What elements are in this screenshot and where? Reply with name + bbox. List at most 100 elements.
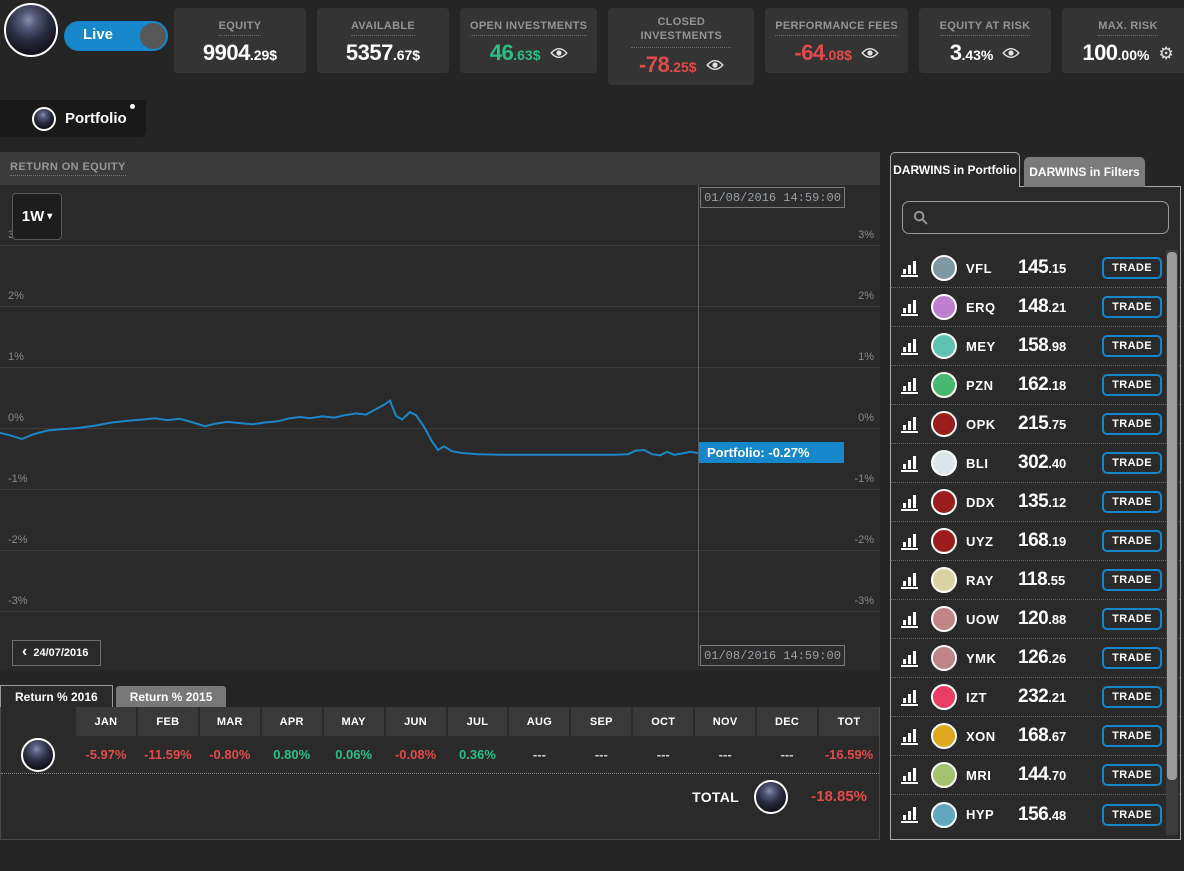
darwin-ticker[interactable]: VFL — [966, 261, 1018, 276]
stat-label: PERFORMANCE FEES — [775, 20, 898, 36]
chart-back-button[interactable]: ‹ 24/07/2016 — [12, 640, 101, 666]
darwin-avatar — [931, 411, 957, 437]
eye-icon[interactable] — [1002, 47, 1020, 59]
eye-icon[interactable] — [706, 59, 724, 71]
eye-icon[interactable] — [861, 47, 879, 59]
darwin-row: VFL 145.15 TRADE — [891, 249, 1181, 288]
trade-button[interactable]: TRADE — [1102, 647, 1162, 669]
trade-button[interactable]: TRADE — [1102, 296, 1162, 318]
tab-darwins-in-filters[interactable]: DARWINS in Filters — [1024, 157, 1145, 187]
trade-button[interactable]: TRADE — [1102, 569, 1162, 591]
bar-chart-icon[interactable] — [901, 728, 921, 745]
darwin-ticker[interactable]: YMK — [966, 651, 1018, 666]
return-value-cell: --- — [695, 747, 755, 762]
trade-button[interactable]: TRADE — [1102, 413, 1162, 435]
live-toggle-label: Live — [83, 26, 113, 43]
darwin-ticker[interactable]: XON — [966, 729, 1018, 744]
scrollbar-track[interactable] — [1166, 250, 1178, 835]
darwin-avatar — [931, 333, 957, 359]
darwin-avatar — [931, 255, 957, 281]
back-date-label: 24/07/2016 — [33, 647, 88, 659]
chevron-down-icon: ▾ — [47, 211, 52, 222]
darwin-ticker[interactable]: RAY — [966, 573, 1018, 588]
trade-button[interactable]: TRADE — [1102, 374, 1162, 396]
stat-value: 9904.29$ — [203, 40, 277, 66]
tab-return-2015[interactable]: Return % 2015 — [116, 686, 227, 708]
bar-chart-icon[interactable] — [901, 767, 921, 784]
bar-chart-icon[interactable] — [901, 611, 921, 628]
gear-icon[interactable]: ⚙ — [1158, 45, 1173, 62]
bar-chart-icon[interactable] — [901, 377, 921, 394]
trade-button[interactable]: TRADE — [1102, 335, 1162, 357]
live-toggle-knob[interactable] — [140, 23, 166, 49]
darwin-avatar — [931, 645, 957, 671]
period-dropdown[interactable]: 1W ▾ — [12, 193, 62, 240]
stat-value: 100.00% — [1082, 40, 1149, 66]
darwins-tabs: DARWINS in Portfolio DARWINS in Filters — [890, 152, 1181, 187]
darwin-avatar — [931, 802, 957, 828]
live-toggle[interactable]: Live — [64, 21, 168, 51]
darwin-price: 148.21 — [1018, 296, 1092, 318]
darwin-avatar — [931, 372, 957, 398]
header-cell-empty — [1, 707, 74, 736]
darwin-ticker[interactable]: MEY — [966, 339, 1018, 354]
darwin-row: UOW 120.88 TRADE — [891, 600, 1181, 639]
bar-chart-icon[interactable] — [901, 494, 921, 511]
trade-button[interactable]: TRADE — [1102, 530, 1162, 552]
bar-chart-icon[interactable] — [901, 260, 921, 277]
monthly-returns-table: JANFEBMARAPRMAYJUNJULAUGSEPOCTNOVDECTOT … — [0, 707, 880, 840]
stat-label: OPEN INVESTMENTS — [470, 20, 587, 36]
stat-value: -78.25$ — [639, 52, 697, 78]
scrollbar-thumb[interactable] — [1167, 252, 1177, 780]
trade-button[interactable]: TRADE — [1102, 686, 1162, 708]
bar-chart-icon[interactable] — [901, 572, 921, 589]
month-header-cell: APR — [262, 707, 322, 736]
darwin-ticker[interactable]: IZT — [966, 690, 1018, 705]
user-avatar[interactable] — [4, 3, 58, 57]
darwin-ticker[interactable]: UOW — [966, 612, 1018, 627]
darwin-ticker[interactable]: OPK — [966, 417, 1018, 432]
tab-portfolio[interactable]: Portfolio — [0, 100, 146, 137]
trade-button[interactable]: TRADE — [1102, 452, 1162, 474]
tab-return-2016[interactable]: Return % 2016 — [0, 685, 113, 708]
darwin-price: 126.26 — [1018, 647, 1092, 669]
return-value-cell: --- — [633, 747, 693, 762]
chart-plot[interactable]: 1W ▾ 01/08/2016 14:59:00 01/08/2016 14:5… — [0, 185, 880, 670]
return-value-cell: --- — [509, 747, 569, 762]
darwin-ticker[interactable]: MRI — [966, 768, 1018, 783]
bar-chart-icon[interactable] — [901, 650, 921, 667]
trade-button[interactable]: TRADE — [1102, 491, 1162, 513]
return-value-cell: 0.36% — [448, 747, 508, 762]
bar-chart-icon[interactable] — [901, 533, 921, 550]
trade-button[interactable]: TRADE — [1102, 764, 1162, 786]
chevron-left-icon: ‹ — [22, 644, 27, 660]
bar-chart-icon[interactable] — [901, 455, 921, 472]
trade-button[interactable]: TRADE — [1102, 804, 1162, 826]
stat-value: 3.43% — [950, 40, 994, 66]
search-input[interactable] — [936, 210, 1158, 225]
eye-icon[interactable] — [550, 47, 568, 59]
darwin-row: DDX 135.12 TRADE — [891, 483, 1181, 522]
month-header-cell: MAR — [200, 707, 260, 736]
darwin-ticker[interactable]: DDX — [966, 495, 1018, 510]
trade-button[interactable]: TRADE — [1102, 257, 1162, 279]
search-icon — [913, 210, 928, 225]
darwin-ticker[interactable]: HYP — [966, 807, 1018, 822]
trade-button[interactable]: TRADE — [1102, 725, 1162, 747]
month-header-cell: OCT — [633, 707, 693, 736]
darwin-ticker[interactable]: UYZ — [966, 534, 1018, 549]
darwin-ticker[interactable]: BLI — [966, 456, 1018, 471]
trade-button[interactable]: TRADE — [1102, 608, 1162, 630]
bar-chart-icon[interactable] — [901, 299, 921, 316]
darwin-search-box[interactable] — [902, 201, 1169, 234]
darwin-avatar — [931, 762, 957, 788]
darwin-avatar — [931, 567, 957, 593]
return-value-cell: -5.97% — [76, 747, 136, 762]
bar-chart-icon[interactable] — [901, 806, 921, 823]
darwin-ticker[interactable]: ERQ — [966, 300, 1018, 315]
darwin-ticker[interactable]: PZN — [966, 378, 1018, 393]
bar-chart-icon[interactable] — [901, 338, 921, 355]
bar-chart-icon[interactable] — [901, 416, 921, 433]
tab-darwins-in-portfolio[interactable]: DARWINS in Portfolio — [890, 152, 1020, 187]
bar-chart-icon[interactable] — [901, 689, 921, 706]
